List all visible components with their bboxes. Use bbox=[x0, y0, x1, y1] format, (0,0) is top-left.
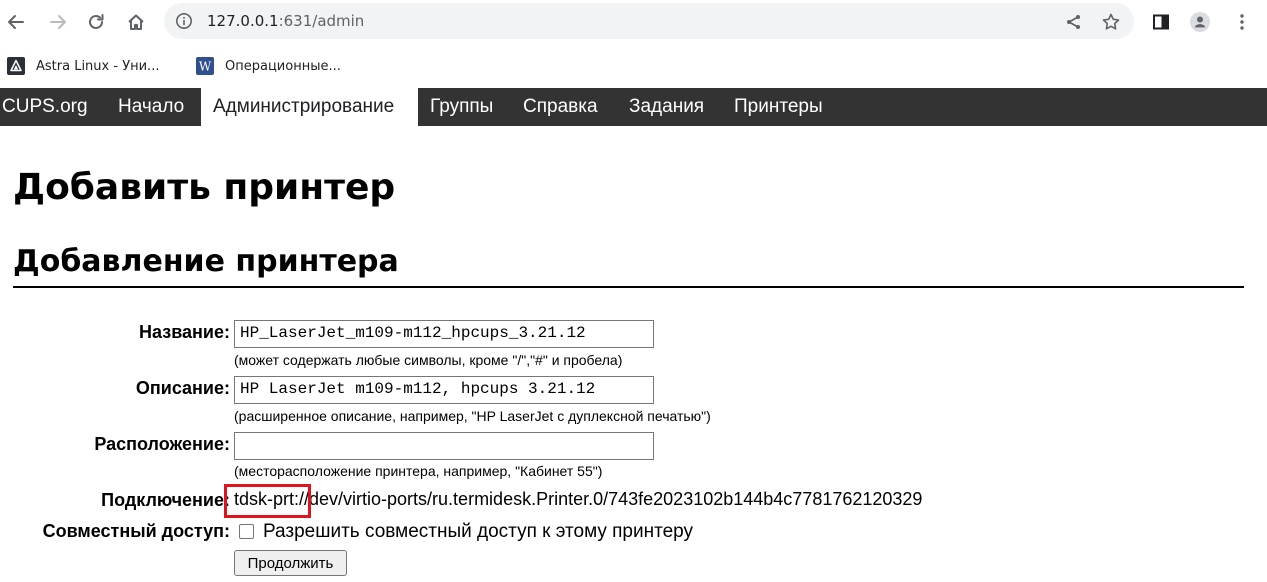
description-label: Описание: bbox=[135, 378, 230, 398]
page-title: Добавить принтер bbox=[13, 167, 396, 208]
share-label: Совместный доступ: bbox=[42, 521, 230, 541]
svg-text:W: W bbox=[199, 60, 212, 74]
url-text: 127.0.0.1:631/admin bbox=[207, 12, 364, 30]
reload-icon[interactable] bbox=[81, 7, 111, 37]
nav-cups-org[interactable]: CUPS.org bbox=[2, 88, 88, 126]
continue-button[interactable]: Продолжить bbox=[234, 550, 347, 576]
nav-printers[interactable]: Принтеры bbox=[734, 88, 823, 126]
menu-icon[interactable] bbox=[1227, 7, 1257, 37]
browser-toolbar: 127.0.0.1:631/admin bbox=[0, 0, 1267, 44]
description-field[interactable]: HP LaserJet m109-m112, hpcups 3.21.12 bbox=[234, 376, 654, 404]
astra-logo-icon bbox=[7, 57, 25, 75]
highlight-box bbox=[224, 484, 311, 518]
bookmark-astra[interactable]: Astra Linux - Уни... bbox=[7, 56, 159, 76]
share-checkbox-label[interactable]: Разрешить совместный доступ к этому прин… bbox=[263, 521, 693, 543]
home-icon[interactable] bbox=[121, 7, 151, 37]
location-label: Расположение: bbox=[94, 434, 230, 454]
wikipedia-icon: W bbox=[196, 57, 214, 75]
forward-icon[interactable] bbox=[43, 7, 73, 37]
url-host: 127.0.0.1 bbox=[207, 12, 279, 30]
star-icon[interactable] bbox=[1096, 7, 1126, 37]
profile-icon[interactable] bbox=[1185, 7, 1215, 37]
share-checkbox[interactable] bbox=[239, 524, 254, 539]
location-hint: (месторасположение принтера, например, "… bbox=[234, 463, 603, 479]
cups-nav: CUPS.org Начало Администрирование Группы… bbox=[0, 88, 1267, 126]
url-path: :631/admin bbox=[278, 12, 365, 30]
nav-jobs[interactable]: Задания bbox=[629, 88, 704, 126]
name-field[interactable]: HP_LaserJet_m109-m112_hpcups_3.21.12 bbox=[234, 320, 654, 348]
description-hint: (расширенное описание, например, "HP Las… bbox=[234, 408, 711, 424]
share-icon[interactable] bbox=[1058, 7, 1088, 37]
connection-label: Подключение: bbox=[101, 490, 230, 510]
info-icon[interactable] bbox=[175, 12, 193, 30]
nav-admin[interactable]: Администрирование bbox=[201, 88, 418, 126]
section-divider bbox=[13, 286, 1244, 288]
bookmark-label: Операционные... bbox=[225, 58, 341, 74]
section-title: Добавление принтера bbox=[13, 244, 399, 279]
nav-help[interactable]: Справка bbox=[523, 88, 598, 126]
sidepanel-icon[interactable] bbox=[1146, 7, 1176, 37]
connection-value: tdsk-prt://dev/virtio-ports/ru.termidesk… bbox=[234, 489, 923, 509]
back-icon[interactable] bbox=[1, 7, 31, 37]
name-label: Название: bbox=[139, 322, 230, 342]
name-hint: (может содержать любые символы, кроме "/… bbox=[234, 352, 623, 368]
nav-home[interactable]: Начало bbox=[118, 88, 184, 126]
location-field[interactable] bbox=[234, 432, 654, 460]
bookmark-wikipedia[interactable]: W Операционные... bbox=[196, 56, 341, 76]
bookmark-label: Astra Linux - Уни... bbox=[36, 58, 160, 74]
nav-groups[interactable]: Группы bbox=[430, 88, 493, 126]
address-bar[interactable]: 127.0.0.1:631/admin bbox=[164, 3, 1134, 39]
bookmarks-bar: Astra Linux - Уни... W Операционные... bbox=[0, 52, 1267, 80]
